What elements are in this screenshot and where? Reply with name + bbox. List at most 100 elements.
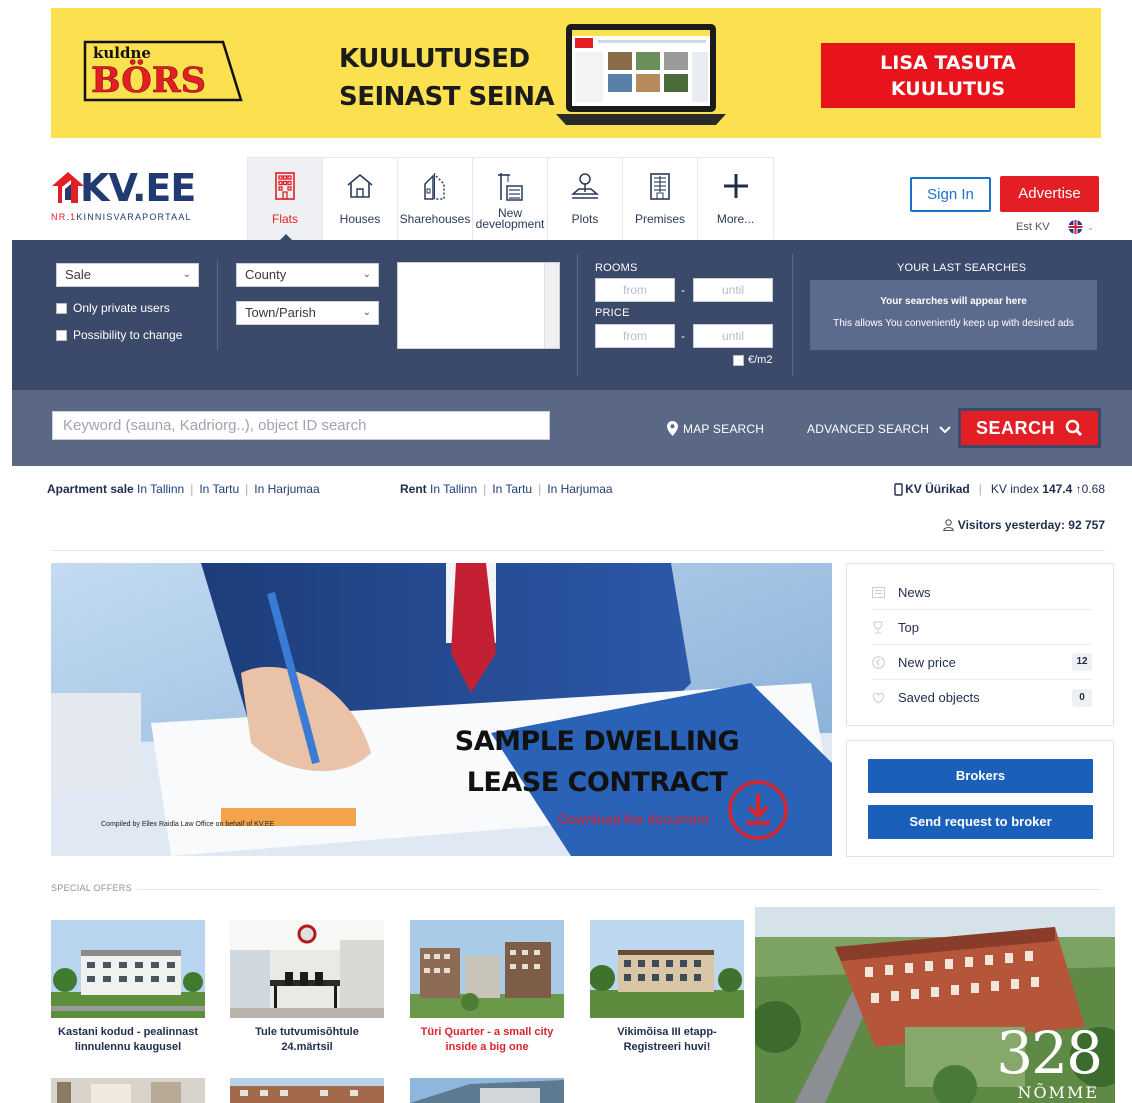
new-price-link[interactable]: € New price 12 bbox=[872, 645, 1092, 680]
map-search-link[interactable]: MAP SEARCH bbox=[667, 421, 764, 436]
top-banner-ad[interactable]: kuldne BÖRS KUULUTUSED SEINAST SEINA LIS… bbox=[51, 8, 1101, 138]
last-searches-hint: This allows You conveniently keep up wit… bbox=[833, 318, 1074, 329]
tab-more-label: More... bbox=[716, 212, 755, 226]
download-document-link[interactable]: Download the document bbox=[558, 811, 709, 827]
offer-image bbox=[230, 1078, 384, 1103]
logo-text: KV.EE bbox=[80, 166, 196, 210]
offer-card[interactable]: Kastani kodud - pealinnast linnulennu kau… bbox=[51, 920, 205, 1055]
tab-flats-label: Flats bbox=[271, 212, 298, 226]
hero-title-line1: SAMPLE DWELLING bbox=[454, 726, 740, 757]
top-link[interactable]: Top bbox=[872, 610, 1092, 645]
advertise-button[interactable]: Advertise bbox=[1000, 176, 1099, 212]
price-label: PRICE bbox=[595, 307, 630, 319]
banner-headline-line2: SEINAST SEINA bbox=[339, 82, 555, 112]
range-dash: - bbox=[681, 283, 685, 297]
plot-tree-icon bbox=[570, 173, 600, 199]
bors-logo: kuldne BÖRS bbox=[83, 40, 243, 101]
checkbox-box[interactable] bbox=[56, 329, 67, 341]
laptop-illustration bbox=[556, 24, 726, 125]
offer-card[interactable]: Tule tutvumisõhtule 24.märtsil bbox=[230, 920, 384, 1055]
tab-more[interactable]: More... bbox=[698, 158, 773, 240]
language-selector[interactable]: Est KV ⌄ bbox=[1016, 220, 1094, 234]
tab-premises[interactable]: Premises bbox=[623, 158, 698, 240]
divider bbox=[217, 260, 218, 350]
visitors-yesterday: Visitors yesterday: 92 757 bbox=[943, 518, 1105, 532]
kv-index-links: KV Üürikad | KV index 147.4 ↑0.68 bbox=[894, 482, 1105, 496]
price-from-input[interactable]: from bbox=[595, 324, 675, 348]
banner-headline: KUULUTUSED SEINAST SEINA bbox=[339, 40, 559, 116]
plus-icon bbox=[723, 174, 748, 198]
hero-credit: Compiled by Ellex Raidla Law Office on b… bbox=[101, 821, 275, 828]
rooms-from-input[interactable]: from bbox=[595, 278, 675, 302]
tab-premises-label: Premises bbox=[634, 212, 685, 226]
only-private-users-checkbox[interactable]: Only private users bbox=[56, 301, 170, 315]
send-request-to-broker-button[interactable]: Send request to broker bbox=[868, 805, 1093, 839]
advanced-search-toggle[interactable]: ADVANCED SEARCH bbox=[807, 422, 951, 436]
chevron-down-icon: ⌄ bbox=[182, 269, 191, 280]
rent-tartu-link[interactable]: In Tartu bbox=[492, 482, 532, 496]
ad-subtitle: NÕMME bbox=[1017, 1083, 1099, 1102]
offer-card[interactable] bbox=[51, 1078, 205, 1103]
range-dash: - bbox=[681, 329, 685, 343]
offer-card[interactable]: Türi Quarter - a small city inside a big … bbox=[410, 920, 564, 1055]
news-link[interactable]: News bbox=[872, 575, 1092, 610]
possibility-to-change-checkbox[interactable]: Possibility to change bbox=[56, 328, 182, 342]
price-per-m2-checkbox[interactable]: €/m2 bbox=[733, 354, 772, 366]
kv-uurikad-link[interactable]: KV Üürikad bbox=[905, 482, 970, 496]
rent-tallinn-link[interactable]: In Tallinn bbox=[430, 482, 477, 496]
uk-flag-icon bbox=[1068, 220, 1083, 234]
search-button[interactable]: SEARCH bbox=[958, 408, 1101, 448]
sale-harjumaa-link[interactable]: In Harjumaa bbox=[254, 482, 319, 496]
search-icon bbox=[1065, 419, 1083, 437]
brokers-button[interactable]: Brokers bbox=[868, 759, 1093, 793]
special-offers-title: SPECIAL OFFERS bbox=[51, 883, 132, 893]
sign-in-button[interactable]: Sign In bbox=[910, 177, 991, 212]
hero-photo bbox=[51, 563, 832, 856]
logo-tagline: NR.1KINNISVARAPORTAAL bbox=[51, 212, 192, 222]
search-bar: Keyword (sauna, Kadriorg..), object ID s… bbox=[12, 390, 1132, 466]
sale-tallinn-link[interactable]: In Tallinn bbox=[137, 482, 184, 496]
area-multiselect-list[interactable] bbox=[397, 262, 560, 349]
category-tabs: Flats Houses Sharehouses New development… bbox=[247, 157, 774, 241]
tab-plots[interactable]: Plots bbox=[548, 158, 623, 240]
offer-image bbox=[410, 1078, 564, 1103]
kv-logo[interactable]: KV.EE NR.1KINNISVARAPORTAAL bbox=[51, 166, 211, 230]
checkbox-box[interactable] bbox=[56, 302, 67, 314]
nomme-328-ad[interactable]: 328 NÕMME bbox=[755, 907, 1115, 1103]
banner-cta-button[interactable]: LISA TASUTA KUULUTUS bbox=[821, 43, 1075, 108]
divider bbox=[577, 254, 578, 376]
tab-houses-label: Houses bbox=[339, 212, 381, 226]
county-select[interactable]: County ⌄ bbox=[236, 263, 379, 287]
site-version-label: Est KV bbox=[1016, 221, 1050, 233]
hero-lease-contract-banner[interactable]: SAMPLE DWELLING LEASE CONTRACT Download … bbox=[51, 563, 832, 856]
town-parish-select[interactable]: Town/Parish ⌄ bbox=[236, 301, 379, 325]
tab-flats[interactable]: Flats bbox=[248, 158, 323, 241]
rent-label: Rent bbox=[400, 482, 427, 496]
tab-sharehouses[interactable]: Sharehouses bbox=[398, 158, 473, 240]
tab-plots-label: Plots bbox=[571, 212, 599, 226]
deal-type-select[interactable]: Sale ⌄ bbox=[56, 263, 199, 287]
keyword-search-input[interactable]: Keyword (sauna, Kadriorg..), object ID s… bbox=[52, 411, 550, 440]
office-building-icon bbox=[650, 173, 670, 200]
tab-new-development[interactable]: New development bbox=[473, 158, 548, 240]
map-pin-icon bbox=[667, 421, 678, 436]
broker-panel: Brokers Send request to broker bbox=[846, 740, 1114, 857]
sale-tartu-link[interactable]: In Tartu bbox=[199, 482, 239, 496]
divider bbox=[792, 254, 793, 376]
new-price-count-badge: 12 bbox=[1072, 653, 1092, 671]
download-icon[interactable] bbox=[727, 779, 789, 841]
rent-harjumaa-link[interactable]: In Harjumaa bbox=[547, 482, 612, 496]
price-until-input[interactable]: until bbox=[693, 324, 773, 348]
offer-caption: Kastani kodud - pealinnast linnulennu kau… bbox=[58, 1026, 198, 1053]
saved-objects-link[interactable]: Saved objects 0 bbox=[872, 680, 1092, 715]
banner-headline-line1: KUULUTUSED bbox=[339, 44, 530, 74]
checkbox-box[interactable] bbox=[733, 354, 744, 366]
heart-icon bbox=[872, 692, 885, 704]
svg-text:€: € bbox=[876, 658, 881, 667]
offer-card[interactable] bbox=[230, 1078, 384, 1103]
offer-card[interactable]: Vikimõisa III etapp- Registreeri huvi! bbox=[590, 920, 744, 1055]
kv-index[interactable]: KV index 147.4 ↑0.68 bbox=[991, 482, 1105, 496]
tab-houses[interactable]: Houses bbox=[323, 158, 398, 240]
rooms-until-input[interactable]: until bbox=[693, 278, 773, 302]
offer-card[interactable] bbox=[410, 1078, 564, 1103]
